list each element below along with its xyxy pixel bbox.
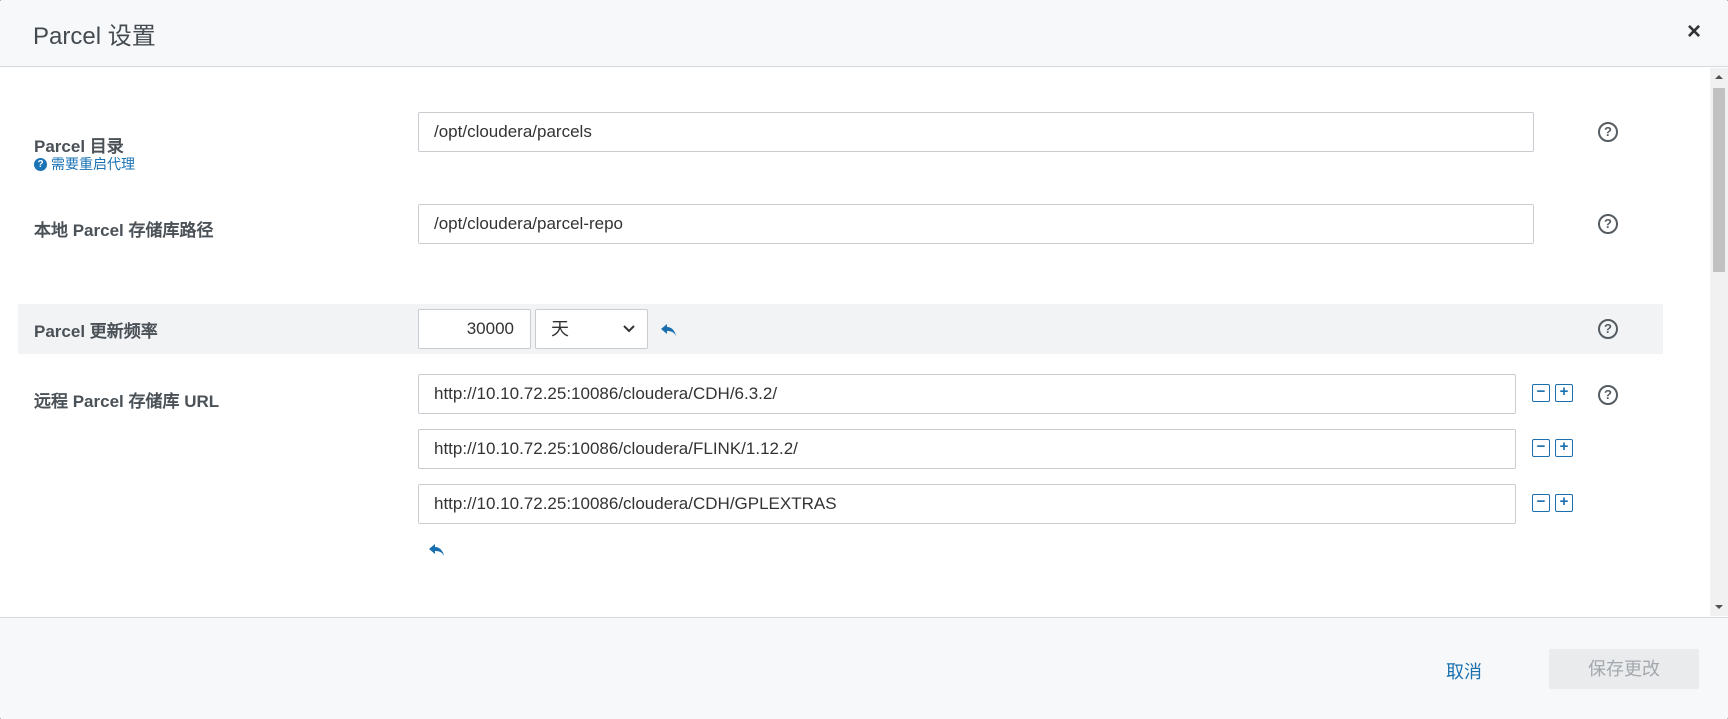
help-icon[interactable]: ? xyxy=(1598,385,1618,405)
question-circle-icon: ? xyxy=(34,157,47,171)
remote-repo-url-input[interactable]: http://10.10.72.25:10086/cloudera/FLINK/… xyxy=(418,429,1516,469)
remove-url-button[interactable]: − xyxy=(1532,384,1550,402)
row-update-frequency: Parcel 更新频率 30000 天 ? xyxy=(18,304,1663,354)
remote-repo-url-input[interactable]: http://10.10.72.25:10086/cloudera/CDH/6.… xyxy=(418,374,1516,414)
row-remote-repo-urls: 远程 Parcel 存储库 URL http://10.10.72.25:100… xyxy=(18,374,1663,574)
help-icon[interactable]: ? xyxy=(1598,214,1618,234)
add-url-button[interactable]: + xyxy=(1555,494,1573,512)
dialog-footer: 取消 保存更改 xyxy=(0,617,1728,719)
local-repo-path-label: 本地 Parcel 存储库路径 xyxy=(34,221,214,240)
add-url-button[interactable]: + xyxy=(1555,384,1573,402)
parcel-settings-dialog: Parcel 设置 × Parcel 目录 ? 需要重启代理 /opt/clou… xyxy=(0,0,1728,719)
restart-agent-note[interactable]: ? 需要重启代理 xyxy=(34,154,135,174)
dialog-header: Parcel 设置 × xyxy=(0,0,1728,67)
vertical-scrollbar[interactable] xyxy=(1710,68,1728,616)
update-frequency-label: Parcel 更新频率 xyxy=(34,322,158,341)
remove-url-button[interactable]: − xyxy=(1532,439,1550,457)
remote-repo-urls-label: 远程 Parcel 存储库 URL xyxy=(34,392,220,411)
save-changes-button[interactable]: 保存更改 xyxy=(1549,649,1699,689)
undo-icon[interactable] xyxy=(660,322,678,338)
remove-url-button[interactable]: − xyxy=(1532,494,1550,512)
frequency-unit-select[interactable]: 天 xyxy=(535,309,648,349)
help-icon[interactable]: ? xyxy=(1598,122,1618,142)
help-icon[interactable]: ? xyxy=(1598,319,1618,339)
frequency-unit-value: 天 xyxy=(551,319,569,339)
close-icon[interactable]: × xyxy=(1682,18,1706,46)
undo-icon[interactable] xyxy=(428,542,446,558)
remote-repo-url-input[interactable]: http://10.10.72.25:10086/cloudera/CDH/GP… xyxy=(418,484,1516,524)
add-url-button[interactable]: + xyxy=(1555,439,1573,457)
scroll-down-arrow-icon[interactable] xyxy=(1710,600,1728,614)
chevron-down-icon xyxy=(623,310,635,362)
restart-agent-note-text: 需要重启代理 xyxy=(51,156,135,172)
cancel-button[interactable]: 取消 xyxy=(1446,658,1482,684)
dialog-title: Parcel 设置 xyxy=(33,23,156,50)
parcel-dir-input[interactable]: /opt/cloudera/parcels xyxy=(418,112,1534,152)
scroll-up-arrow-icon[interactable] xyxy=(1710,70,1728,84)
update-frequency-input[interactable]: 30000 xyxy=(418,309,531,349)
row-parcel-dir: Parcel 目录 ? 需要重启代理 /opt/cloudera/parcels… xyxy=(18,108,1663,188)
row-local-repo-path: 本地 Parcel 存储库路径 /opt/cloudera/parcel-rep… xyxy=(18,204,1663,268)
dialog-body: Parcel 目录 ? 需要重启代理 /opt/cloudera/parcels… xyxy=(0,68,1710,616)
local-repo-path-input[interactable]: /opt/cloudera/parcel-repo xyxy=(418,204,1534,244)
scrollbar-thumb[interactable] xyxy=(1713,88,1725,272)
